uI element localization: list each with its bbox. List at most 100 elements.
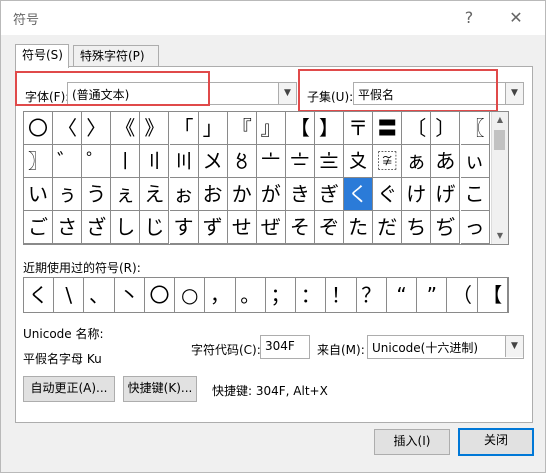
symbol-cell[interactable]: ぃ — [460, 145, 490, 178]
autocorrect-button[interactable]: 自动更正(A)... — [23, 376, 115, 402]
recent-symbol-cell[interactable]: “ — [387, 278, 417, 312]
symbol-cell[interactable]: 〩 — [344, 145, 374, 178]
recent-symbol-cell[interactable]: ？ — [357, 278, 387, 312]
symbol-cell[interactable]: じ — [140, 211, 170, 244]
symbol-cell[interactable]: 《 — [111, 112, 141, 145]
symbol-cell[interactable]: し — [111, 211, 141, 244]
recent-symbol-cell[interactable]: く — [24, 278, 54, 312]
symbol-cell[interactable]: だ — [373, 211, 403, 244]
symbol-cell[interactable]: ち — [402, 211, 432, 244]
symbol-cell[interactable]: え — [140, 178, 170, 211]
recent-symbol-cell[interactable]: ， — [206, 278, 236, 312]
unicode-name-value: 平假名字母 Ku — [23, 352, 102, 366]
symbol-cell[interactable]: 】 — [315, 112, 344, 145]
symbol-cell[interactable]: ぐ — [373, 178, 403, 211]
symbol-cell[interactable]: け — [402, 178, 432, 211]
symbol-cell[interactable]: 〥 — [227, 145, 257, 178]
symbol-cell[interactable]: 〣 — [169, 145, 199, 178]
symbol-cell[interactable]: ぜ — [256, 211, 286, 244]
symbol-cell[interactable]: 〈 — [53, 112, 83, 145]
tab-symbols[interactable]: 符号(S) — [15, 44, 69, 68]
close-icon[interactable]: ✕ — [503, 5, 529, 31]
symbol-cell[interactable]: 〖 — [460, 112, 490, 145]
symbol-cell[interactable]: あ — [431, 145, 461, 178]
char-code-input[interactable]: 304F — [260, 335, 310, 359]
symbol-cell[interactable]: 〕 — [431, 112, 461, 145]
shortcut-key-button[interactable]: 快捷键(K)... — [123, 376, 197, 402]
symbol-cell[interactable]: ざ — [82, 211, 112, 244]
symbol-cell[interactable]: ぅ — [53, 178, 83, 211]
recent-symbol-cell[interactable]: ！ — [327, 278, 357, 312]
recent-symbol-cell[interactable]: ” — [417, 278, 448, 312]
symbol-cell[interactable]: 〡 — [111, 145, 141, 178]
symbol-cell[interactable]: 」 — [198, 112, 228, 145]
symbol-cell[interactable]: そ — [285, 211, 315, 244]
symbol-cell[interactable]: た — [344, 211, 374, 244]
symbol-cell[interactable]: ゛ — [53, 145, 83, 178]
recent-symbol-cell[interactable]: ： — [296, 278, 327, 312]
symbol-cell[interactable]: い — [24, 178, 53, 211]
symbol-cell[interactable]: う — [82, 178, 112, 211]
symbol-cell[interactable]: 〤 — [198, 145, 228, 178]
recent-symbol-cell[interactable]: 丶 — [115, 278, 145, 312]
symbol-cell[interactable]: ゜ — [82, 145, 112, 178]
symbol-cell[interactable]: 「 — [169, 112, 199, 145]
symbol-cell[interactable]: 〓 — [373, 112, 403, 145]
symbol-cell[interactable]: 〒 — [344, 112, 374, 145]
subset-highlight-box — [298, 69, 498, 112]
chevron-down-icon[interactable]: ▼ — [505, 83, 523, 104]
scroll-down-icon[interactable]: ▼ — [492, 228, 508, 244]
symbol-cell[interactable]: ず — [198, 211, 228, 244]
symbol-cell[interactable]: 〨 — [315, 145, 344, 178]
symbol-cell[interactable]: く — [344, 178, 374, 211]
symbol-cell[interactable]: さ — [53, 211, 83, 244]
recent-symbol-cell[interactable]: 。 — [236, 278, 266, 312]
symbol-cell[interactable]: か — [227, 178, 257, 211]
scroll-up-icon[interactable]: ▲ — [492, 112, 508, 128]
scroll-thumb[interactable] — [494, 130, 505, 150]
symbol-cell[interactable]: 』 — [256, 112, 286, 145]
recent-symbol-cell[interactable]: 〇 — [145, 278, 175, 312]
symbol-cell[interactable]: 【 — [285, 112, 315, 145]
insert-button[interactable]: 插入(I) — [374, 429, 450, 455]
symbol-cell[interactable]: 〦 — [256, 145, 286, 178]
symbol-cell[interactable]: ぢ — [431, 211, 461, 244]
symbol-cell[interactable]: す — [169, 211, 199, 244]
from-select[interactable]: Unicode(十六进制) ▼ — [367, 335, 524, 359]
recent-symbol-cell[interactable]: （ — [448, 278, 478, 312]
chevron-down-icon[interactable]: ▼ — [278, 83, 296, 104]
symbol-cell[interactable]: ぞ — [315, 211, 344, 244]
symbol-cell[interactable]: げ — [431, 178, 461, 211]
symbol-cell[interactable]: せ — [227, 211, 257, 244]
recent-symbol-cell[interactable]: ○ — [175, 278, 206, 312]
symbol-cell[interactable]: 〾 — [373, 145, 403, 178]
symbol-cell[interactable]: 〔 — [402, 112, 432, 145]
symbol-cell[interactable]: が — [256, 178, 286, 211]
symbol-cell[interactable]: ご — [24, 211, 53, 244]
recent-symbol-cell[interactable]: ； — [266, 278, 296, 312]
symbol-cell[interactable]: き — [285, 178, 315, 211]
symbol-cell[interactable]: ぁ — [402, 145, 432, 178]
symbol-cell[interactable]: 》 — [140, 112, 170, 145]
symbol-cell[interactable]: ぉ — [169, 178, 199, 211]
recent-symbol-cell[interactable]: 、 — [85, 278, 115, 312]
symbol-cell[interactable]: ぇ — [111, 178, 141, 211]
symbol-cell[interactable]: お — [198, 178, 228, 211]
close-button[interactable]: 关闭 — [458, 428, 534, 456]
symbol-cell[interactable]: 〉 — [82, 112, 112, 145]
symbol-cell[interactable]: 〇 — [24, 112, 53, 145]
symbol-cell[interactable]: っ — [460, 211, 490, 244]
symbol-cell[interactable]: 『 — [227, 112, 257, 145]
tab-special-characters[interactable]: 特殊字符(P) — [73, 45, 159, 67]
symbol-cell[interactable]: ぎ — [315, 178, 344, 211]
symbol-cell[interactable]: こ — [460, 178, 490, 211]
from-value: Unicode(十六进制) — [372, 341, 479, 355]
chevron-down-icon[interactable]: ▼ — [505, 336, 523, 357]
symbol-cell[interactable]: 〗 — [24, 145, 53, 178]
help-button[interactable]: ? — [456, 5, 482, 31]
symbol-cell[interactable]: 〢 — [140, 145, 170, 178]
recent-symbol-cell[interactable]: 【 — [478, 278, 508, 312]
symbol-grid-scrollbar[interactable]: ▲ ▼ — [491, 112, 508, 244]
recent-symbol-cell[interactable]: \ — [54, 278, 85, 312]
symbol-cell[interactable]: 〧 — [285, 145, 315, 178]
